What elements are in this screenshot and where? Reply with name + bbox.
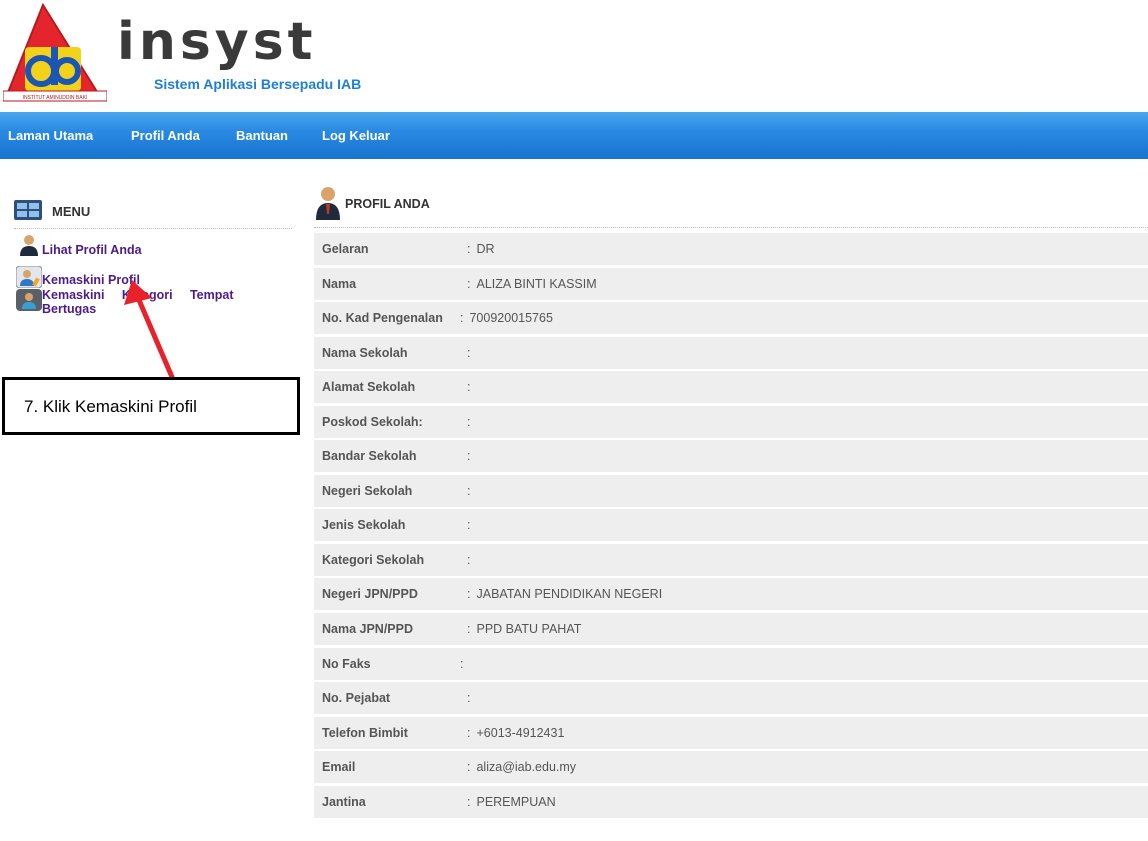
brand-tagline: Sistem Aplikasi Bersepadu IAB [154, 76, 362, 92]
table-row: Gelaran DR [314, 233, 1148, 265]
row-value-nama-jpn-ppd: PPD BATU PAHAT [467, 622, 581, 636]
table-row: No. Kad Pengenalan 700920015765 [314, 302, 1148, 335]
row-value-gelaran: DR [467, 242, 494, 256]
row-label-nama-jpn-ppd: Nama JPN/PPD [322, 622, 414, 637]
row-value-email: aliza@iab.edu.my [467, 760, 576, 774]
top-navbar: Laman Utama Profil Anda Bantuan Log Kelu… [0, 112, 1148, 159]
row-value-no-faks [460, 657, 469, 671]
sidebar-menu-header: MENU [14, 197, 292, 229]
row-label-nama: Nama [322, 276, 357, 291]
sidebar-item-kategori-line2[interactable]: Bertugas [42, 302, 96, 316]
table-row: Negeri Sekolah [314, 474, 1148, 507]
row-value-jenis-sekolah [467, 518, 476, 532]
row-label-email: Email [322, 760, 356, 775]
row-value-no-kad-pengenalan: 700920015765 [460, 311, 552, 325]
page-header: INSTITUT AMINUDDIN BAKI insyst Sistem Ap… [0, 0, 1148, 112]
table-row: Email aliza@iab.edu.my [314, 751, 1148, 784]
row-value-negeri-jpn-ppd: JABATAN PENDIDIKAN NEGERI [467, 587, 662, 601]
sidebar-item-lihat-profil[interactable]: Lihat Profil Anda [42, 243, 142, 257]
row-label-gelaran: Gelaran [322, 242, 369, 256]
row-value-nama-sekolah [467, 346, 476, 360]
grid-menu-icon [14, 200, 42, 220]
row-label-alamat-sekolah: Alamat Sekolah [322, 380, 416, 395]
row-label-negeri-jpn-ppd: Negeri JPN/PPD [322, 587, 418, 602]
row-label-bandar-sekolah: Bandar Sekolah [322, 449, 417, 464]
brand-name: insyst [117, 12, 317, 72]
table-row: Telefon Bimbit +6013-4912431 [314, 716, 1148, 749]
sidebar-item-kemaskini-profil[interactable]: Kemaskini Profil [42, 273, 140, 287]
table-row: Bandar Sekolah [314, 440, 1148, 473]
iab-logo[interactable]: INSTITUT AMINUDDIN BAKI [2, 2, 108, 103]
table-row: Nama Sekolah [314, 336, 1148, 369]
table-row: Nama JPN/PPD PPD BATU PAHAT [314, 613, 1148, 646]
row-label-poskod-sekolah: Poskod Sekolah: [322, 414, 423, 429]
row-value-negeri-sekolah [467, 484, 476, 498]
profile-header: PROFIL ANDA [314, 186, 1148, 228]
table-row: Negeri JPN/PPD JABATAN PENDIDIKAN NEGERI [314, 578, 1148, 611]
row-label-no-kad-pengenalan: No. Kad Pengenalan [322, 311, 443, 326]
row-value-kategori-sekolah [467, 553, 476, 567]
row-label-jantina: Jantina [322, 794, 366, 809]
row-value-jantina: PEREMPUAN [467, 795, 555, 809]
row-value-poskod-sekolah [467, 415, 476, 429]
profile-table: Gelaran DR Nama ALIZA BINTI KASSIM No. K… [314, 233, 1148, 820]
annotation-text: 7. Klik Kemaskini Profil [24, 397, 197, 416]
edit-profile-icon [16, 266, 42, 288]
page-title: PROFIL ANDA [345, 197, 430, 211]
nav-log-keluar[interactable]: Log Keluar [322, 112, 390, 159]
row-label-telefon-bimbit: Telefon Bimbit [322, 725, 408, 740]
sidebar-item-kategori-line1[interactable]: Kemaskini Kategori Tempat [42, 288, 234, 302]
logo-caption: INSTITUT AMINUDDIN BAKI [23, 95, 88, 101]
row-value-no-pejabat [467, 691, 476, 705]
brand: insyst [117, 12, 317, 72]
table-row: Poskod Sekolah: [314, 405, 1148, 438]
table-row: Jenis Sekolah [314, 509, 1148, 542]
table-row: No. Pejabat [314, 682, 1148, 715]
row-value-bandar-sekolah [467, 449, 476, 463]
table-row: No Faks [314, 647, 1148, 680]
table-row: Jantina PEREMPUAN [314, 785, 1148, 818]
nav-laman-utama[interactable]: Laman Utama [8, 112, 93, 159]
row-label-negeri-sekolah: Negeri Sekolah [322, 483, 413, 498]
row-value-telefon-bimbit: +6013-4912431 [467, 726, 564, 740]
sidebar-title: MENU [52, 204, 91, 219]
row-label-nama-sekolah: Nama Sekolah [322, 345, 408, 360]
nav-profil-anda[interactable]: Profil Anda [131, 112, 200, 159]
row-value-alamat-sekolah [467, 380, 476, 394]
row-label-kategori-sekolah: Kategori Sekolah [322, 552, 425, 567]
person-icon [20, 235, 38, 256]
row-label-jenis-sekolah: Jenis Sekolah [322, 518, 406, 533]
nav-bantuan[interactable]: Bantuan [236, 112, 288, 159]
workplace-icon [16, 289, 42, 311]
person-icon [316, 187, 340, 220]
row-value-nama: ALIZA BINTI KASSIM [467, 277, 596, 291]
table-row: Kategori Sekolah [314, 543, 1148, 576]
row-label-no-pejabat: No. Pejabat [322, 691, 391, 706]
table-row: Alamat Sekolah [314, 371, 1148, 404]
row-label-no-faks: No Faks [322, 656, 371, 671]
table-row: Nama ALIZA BINTI KASSIM [314, 267, 1148, 300]
annotation-callout: 7. Klik Kemaskini Profil [2, 377, 300, 435]
